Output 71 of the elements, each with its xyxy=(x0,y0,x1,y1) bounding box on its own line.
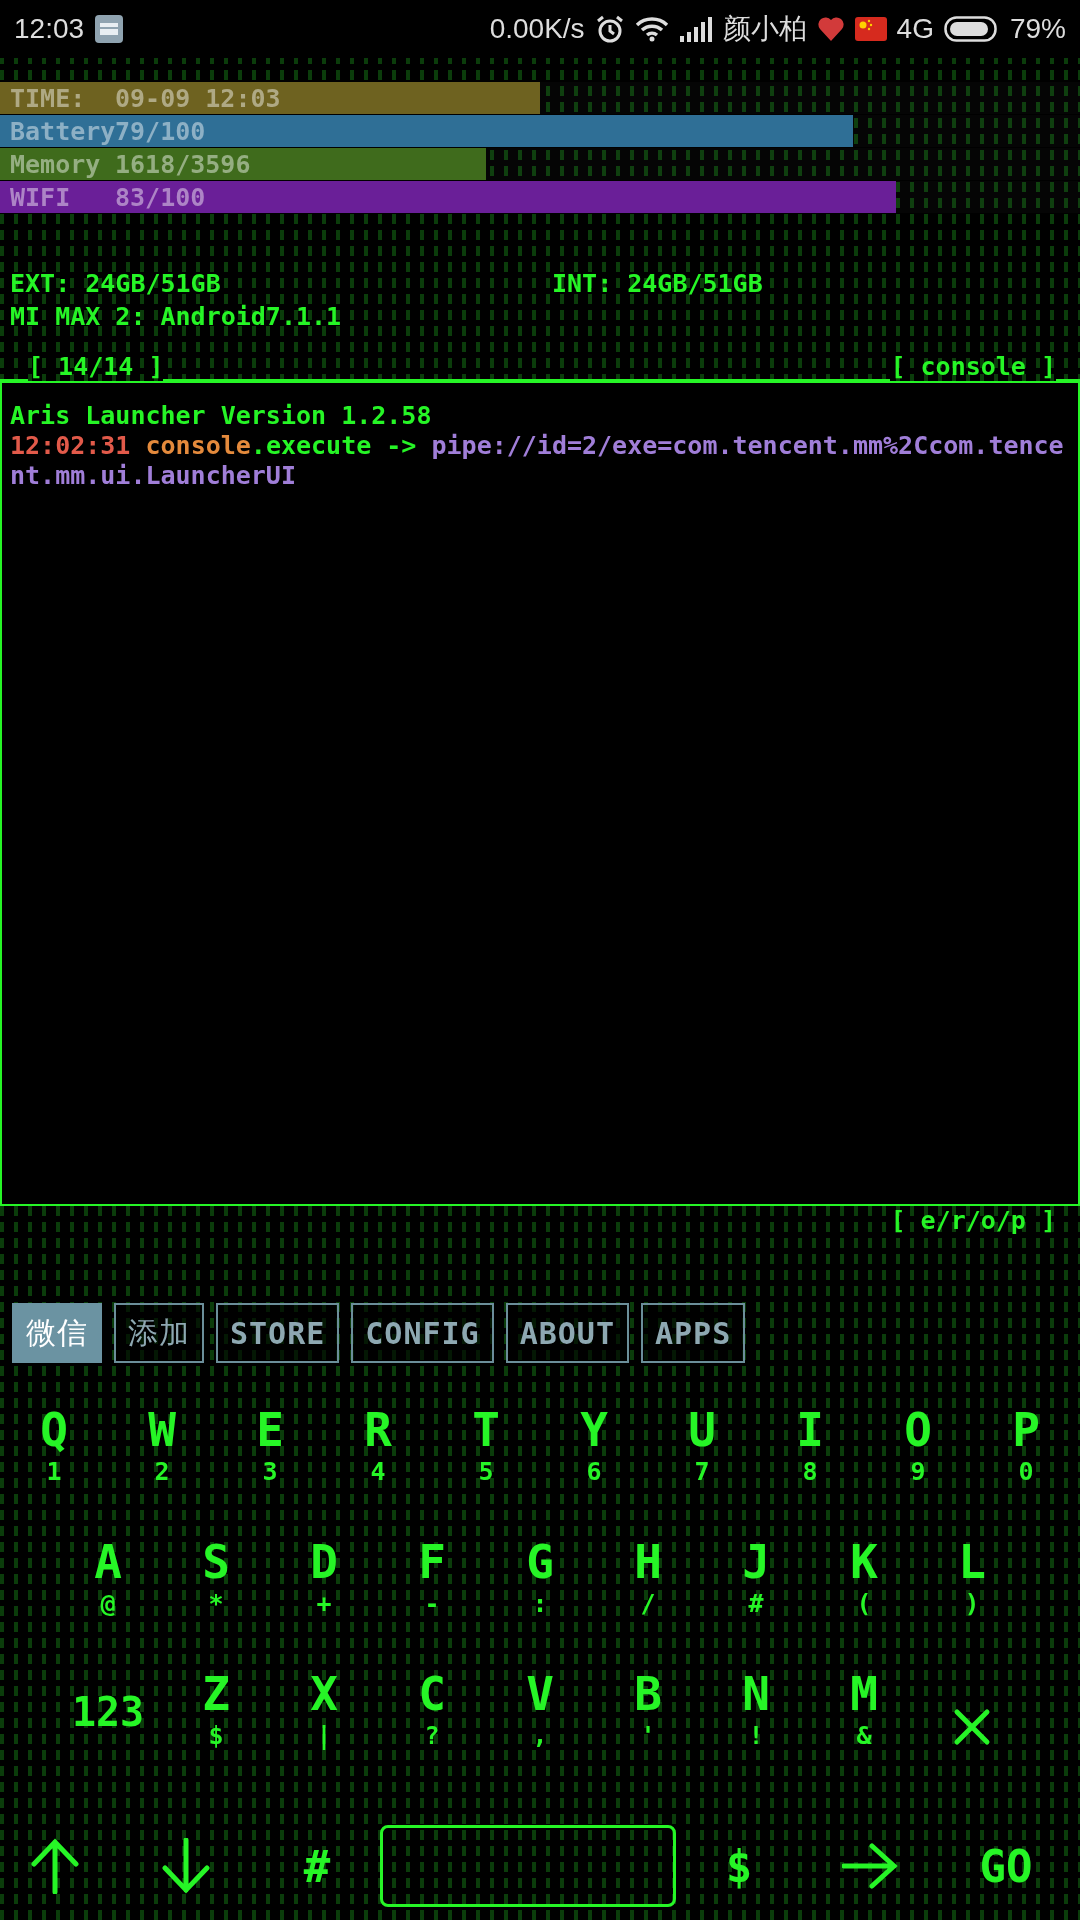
keyboard-key[interactable]: N ! xyxy=(702,1667,810,1787)
image-icon xyxy=(94,14,125,44)
keyboard-key[interactable]: I 8 xyxy=(756,1403,864,1523)
keyboard-key[interactable]: R 4 xyxy=(324,1403,432,1523)
stat-value: 1618/3596 xyxy=(115,149,251,179)
clock-time: 12:03 xyxy=(14,13,85,45)
console-title: [ console ] xyxy=(890,352,1056,381)
wifi-icon xyxy=(634,16,669,42)
stat-value: 83/100 xyxy=(115,182,206,212)
up-arrow-key[interactable] xyxy=(30,1838,80,1894)
network-type: 4G xyxy=(896,13,934,45)
keyboard-key[interactable]: GO xyxy=(973,1839,1039,1893)
stat-value: 79/100 xyxy=(115,116,206,146)
keyboard-key[interactable]: K ( xyxy=(810,1535,918,1655)
shortcut-button[interactable]: APPS xyxy=(641,1303,746,1363)
keyboard-key[interactable]: V , xyxy=(486,1667,594,1787)
signal-icon xyxy=(678,16,713,42)
alarm-clock-icon xyxy=(594,14,625,44)
page-counter: [ 14/14 ] xyxy=(28,352,164,381)
external-storage: EXT: 24GB/51GB xyxy=(10,269,222,298)
battery-icon xyxy=(943,16,1000,42)
keyboard-key[interactable]: L ) xyxy=(918,1535,1026,1655)
up-arrow-icon xyxy=(30,1838,80,1894)
close-icon xyxy=(953,1708,991,1746)
carrier-name: 颜小柏 xyxy=(722,11,807,47)
keyboard-key[interactable]: C ? xyxy=(378,1667,486,1787)
keyboard-key[interactable]: Q 1 xyxy=(0,1403,108,1523)
keyboard-key[interactable]: T 5 xyxy=(432,1403,540,1523)
keyboard-key[interactable]: A @ xyxy=(54,1535,162,1655)
keyboard-key[interactable]: G : xyxy=(486,1535,594,1655)
heart-icon xyxy=(816,16,845,42)
console-line: Aris Launcher Version 1.2.58 xyxy=(10,401,433,431)
keyboard-key[interactable]: X | xyxy=(270,1667,378,1787)
keyboard-key[interactable]: Z $ xyxy=(162,1667,270,1787)
console-footer: [ e/r/o/p ] xyxy=(890,1206,1056,1235)
shortcut-button[interactable]: CONFIG xyxy=(351,1303,494,1363)
shortcut-button[interactable]: STORE xyxy=(216,1303,340,1363)
stat-value: 09-09 12:03 xyxy=(115,83,281,113)
keyboard-key[interactable]: # xyxy=(297,1839,337,1893)
device-info: MI MAX 2: Android7.1.1 xyxy=(9,302,343,331)
keyboard-key[interactable]: O 9 xyxy=(864,1403,972,1523)
keyboard-key[interactable]: S * xyxy=(162,1535,270,1655)
stat-label: WIFI xyxy=(10,182,72,212)
keyboard-key[interactable]: M & xyxy=(810,1667,918,1787)
down-arrow-key[interactable] xyxy=(161,1838,211,1894)
right-arrow-key[interactable] xyxy=(842,1843,898,1889)
keyboard-key[interactable]: Y 6 xyxy=(540,1403,648,1523)
keyboard-key[interactable]: P 0 xyxy=(972,1403,1080,1523)
stat-label: TIME: xyxy=(10,83,87,113)
down-arrow-icon xyxy=(161,1838,211,1894)
keyboard-key[interactable]: U 7 xyxy=(648,1403,756,1523)
space-bar[interactable] xyxy=(380,1825,676,1907)
stat-label: Memory xyxy=(10,149,102,179)
keyboard-key[interactable]: F - xyxy=(378,1535,486,1655)
keyboard-key[interactable]: D + xyxy=(270,1535,378,1655)
shortcut-button[interactable]: 添加 xyxy=(114,1303,204,1363)
console-line: 12:02:31 console.execute -> pipe://id=2/exe=com.tencent.mm%2Ccom.tencent.mm.ui.LauncherUI xyxy=(10,431,1065,491)
battery-percent: 79% xyxy=(1009,13,1066,45)
keyboard-key[interactable]: E 3 xyxy=(216,1403,324,1523)
internal-storage: INT: 24GB/51GB xyxy=(552,269,763,298)
shortcut-button[interactable]: ABOUT xyxy=(505,1303,629,1363)
right-arrow-icon xyxy=(842,1843,898,1889)
mode-key[interactable]: 123 xyxy=(54,1667,162,1787)
keyboard-key[interactable]: H / xyxy=(594,1535,702,1655)
keyboard-key[interactable]: B ' xyxy=(594,1667,702,1787)
stat-label: Battery xyxy=(10,116,115,146)
flag-icon xyxy=(854,17,887,41)
keyboard-key[interactable]: $ xyxy=(719,1839,759,1893)
network-speed: 0.00K/s xyxy=(489,13,585,45)
keyboard-key[interactable]: W 2 xyxy=(108,1403,216,1523)
keyboard-key[interactable]: J # xyxy=(702,1535,810,1655)
